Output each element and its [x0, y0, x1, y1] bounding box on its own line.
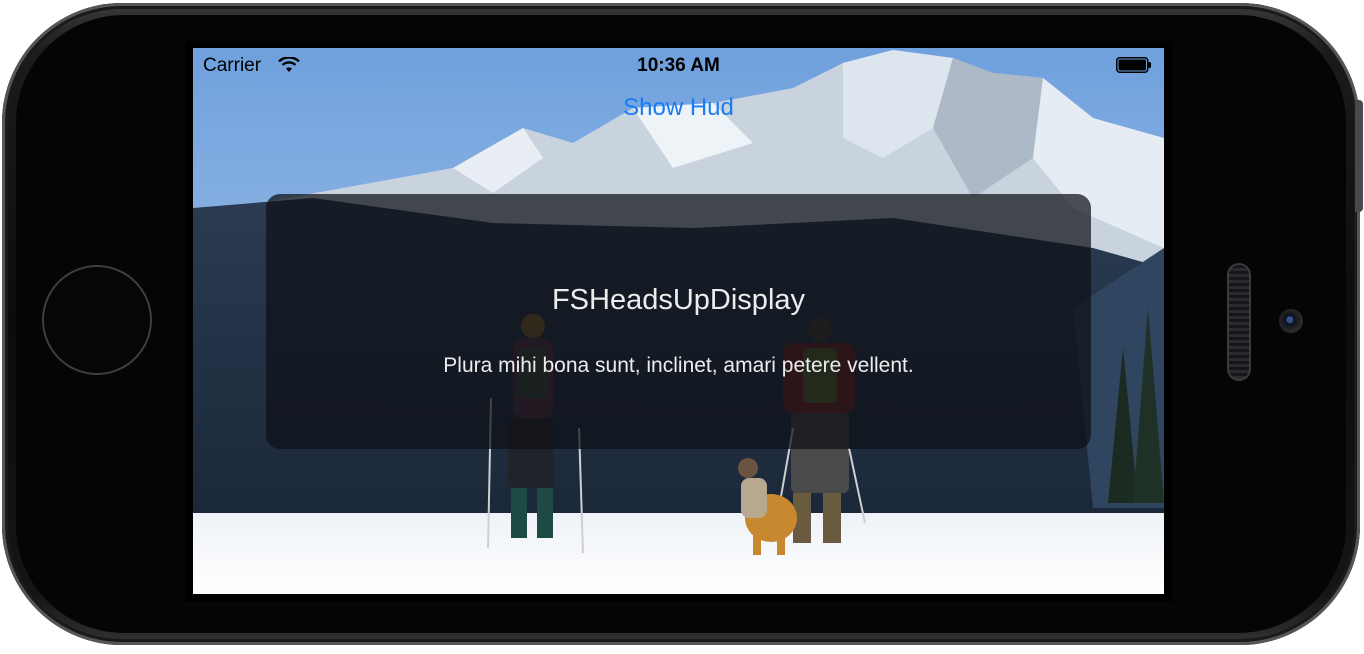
show-hud-button[interactable]: Show Hud — [193, 94, 1164, 122]
hud-message: Plura mihi bona sunt, inclinet, amari pe… — [443, 354, 914, 377]
home-button — [42, 265, 152, 375]
app-screen: Carrier 10:36 AM Show Hud FSHeadsUpDispl… — [193, 48, 1164, 594]
battery-icon — [1116, 57, 1151, 73]
status-bar: Carrier 10:36 AM — [193, 48, 1164, 84]
heads-up-display: FSHeadsUpDisplay Plura mihi bona sunt, i… — [266, 194, 1091, 449]
status-time: 10:36 AM — [637, 55, 720, 76]
hud-title: FSHeadsUpDisplay — [551, 284, 806, 316]
front-camera — [1279, 309, 1303, 333]
earpiece-speaker — [1227, 263, 1251, 381]
power-button — [1355, 100, 1363, 212]
